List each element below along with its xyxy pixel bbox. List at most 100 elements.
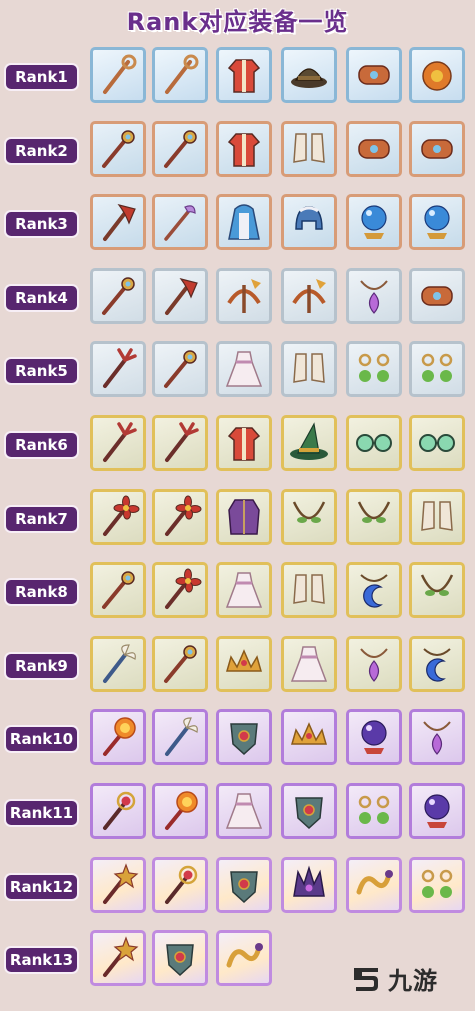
watermark: 九游	[348, 956, 472, 1000]
crown-icon	[293, 865, 325, 897]
equipment-slot[interactable]	[346, 194, 402, 251]
scepter-icon	[164, 129, 197, 168]
equipment-slot[interactable]	[152, 415, 208, 471]
rank-label: Rank11	[6, 801, 77, 825]
scepter-icon	[164, 350, 197, 389]
rank-row: Rank4	[0, 266, 475, 330]
gem-staff-icon	[103, 791, 136, 830]
equipment-slot[interactable]	[90, 856, 146, 913]
rank-label: Rank4	[6, 285, 77, 310]
equipment-slot[interactable]	[409, 120, 465, 177]
equipment-slot[interactable]	[281, 267, 337, 324]
equipment-slot[interactable]	[152, 783, 208, 839]
equipment-slot[interactable]	[90, 415, 146, 471]
tiara-icon	[226, 648, 262, 672]
equipment-slot[interactable]	[90, 709, 146, 766]
robe-icon	[227, 59, 261, 93]
equipment-slot[interactable]	[346, 783, 402, 839]
moon-amulet-icon	[423, 648, 451, 682]
equipment-slot[interactable]	[409, 562, 465, 619]
equipment-slot[interactable]	[90, 194, 146, 251]
equipment-slot[interactable]	[346, 341, 402, 398]
equipment-slot[interactable]	[90, 930, 146, 987]
equipment-slot[interactable]	[152, 635, 208, 692]
equipment-slot[interactable]	[409, 783, 465, 839]
sun-staff-icon	[165, 791, 198, 830]
equipment-slot[interactable]	[346, 635, 402, 692]
bracer-icon	[358, 65, 390, 85]
rank-label: Rank6	[6, 433, 77, 457]
equipment-slot[interactable]	[281, 341, 337, 398]
equipment-slot[interactable]	[409, 635, 465, 692]
equipment-slot[interactable]	[281, 783, 337, 839]
equipment-slot[interactable]	[346, 415, 402, 471]
equipment-slot[interactable]	[152, 194, 208, 251]
equipment-slot[interactable]	[90, 488, 146, 545]
equipment-slot[interactable]	[409, 47, 465, 103]
equipment-slot[interactable]	[90, 120, 146, 177]
scepter-icon	[164, 645, 197, 683]
equipment-slot[interactable]	[216, 635, 272, 692]
equipment-slot[interactable]	[216, 783, 272, 839]
equipment-slot[interactable]	[90, 341, 146, 398]
equipment-slot[interactable]	[90, 267, 146, 324]
equipment-slot[interactable]	[90, 783, 146, 839]
equipment-slot[interactable]	[409, 709, 465, 766]
equipment-slot[interactable]	[90, 562, 146, 619]
equipment-slot[interactable]	[409, 341, 465, 398]
dress-icon	[225, 572, 263, 608]
equipment-slot[interactable]	[216, 562, 272, 619]
equipment-slot[interactable]	[216, 709, 272, 766]
equipment-slot[interactable]	[216, 415, 272, 471]
equipment-slot[interactable]	[216, 488, 272, 545]
equipment-slot[interactable]	[152, 267, 208, 324]
equipment-slot[interactable]	[281, 856, 337, 913]
gem-staff-icon	[165, 865, 198, 904]
equipment-slot[interactable]	[216, 47, 272, 103]
equipment-slot[interactable]	[216, 856, 272, 913]
equipment-slot[interactable]	[346, 47, 402, 103]
equipment-slot[interactable]	[281, 709, 337, 766]
equipment-slot[interactable]	[346, 709, 402, 766]
equipment-slot[interactable]	[409, 267, 465, 324]
equipment-slot[interactable]	[216, 267, 272, 324]
equipment-slot[interactable]	[216, 930, 272, 987]
equipment-slot[interactable]	[281, 562, 337, 619]
equipment-slot[interactable]	[152, 856, 208, 913]
equipment-slot[interactable]	[152, 341, 208, 398]
flower-staff-icon	[165, 568, 202, 610]
armor-icon	[230, 870, 258, 903]
equipment-slot[interactable]	[281, 415, 337, 471]
equipment-slot[interactable]	[346, 562, 402, 619]
equipment-slot[interactable]	[281, 488, 337, 545]
robe-icon	[227, 132, 261, 167]
equipment-slot[interactable]	[346, 856, 402, 913]
equipment-slot[interactable]	[152, 562, 208, 619]
equipment-slot[interactable]	[281, 194, 337, 251]
rank-row: Rank7	[0, 487, 475, 551]
equipment-slot[interactable]	[152, 120, 208, 177]
axe-icon	[165, 277, 198, 315]
equipment-slot[interactable]	[90, 635, 146, 692]
equipment-slot[interactable]	[152, 488, 208, 545]
equipment-slot[interactable]	[346, 120, 402, 177]
equipment-slot[interactable]	[90, 47, 146, 103]
equipment-slot[interactable]	[152, 47, 208, 103]
equipment-slot[interactable]	[152, 930, 208, 987]
flower-staff-icon	[165, 495, 202, 536]
equipment-slot[interactable]	[409, 488, 465, 545]
equipment-slot[interactable]	[409, 415, 465, 471]
equipment-slot[interactable]	[281, 47, 337, 103]
equipment-slot[interactable]	[409, 194, 465, 251]
rank-row: Rank5	[0, 339, 475, 403]
equipment-slot[interactable]	[281, 120, 337, 177]
robe-icon	[227, 427, 261, 461]
equipment-slot[interactable]	[346, 267, 402, 324]
equipment-slot[interactable]	[281, 635, 337, 692]
equipment-slot[interactable]	[216, 341, 272, 398]
equipment-slot[interactable]	[152, 709, 208, 766]
equipment-slot[interactable]	[216, 194, 272, 251]
equipment-slot[interactable]	[346, 488, 402, 545]
equipment-slot[interactable]	[216, 120, 272, 177]
equipment-slot[interactable]	[409, 856, 465, 913]
